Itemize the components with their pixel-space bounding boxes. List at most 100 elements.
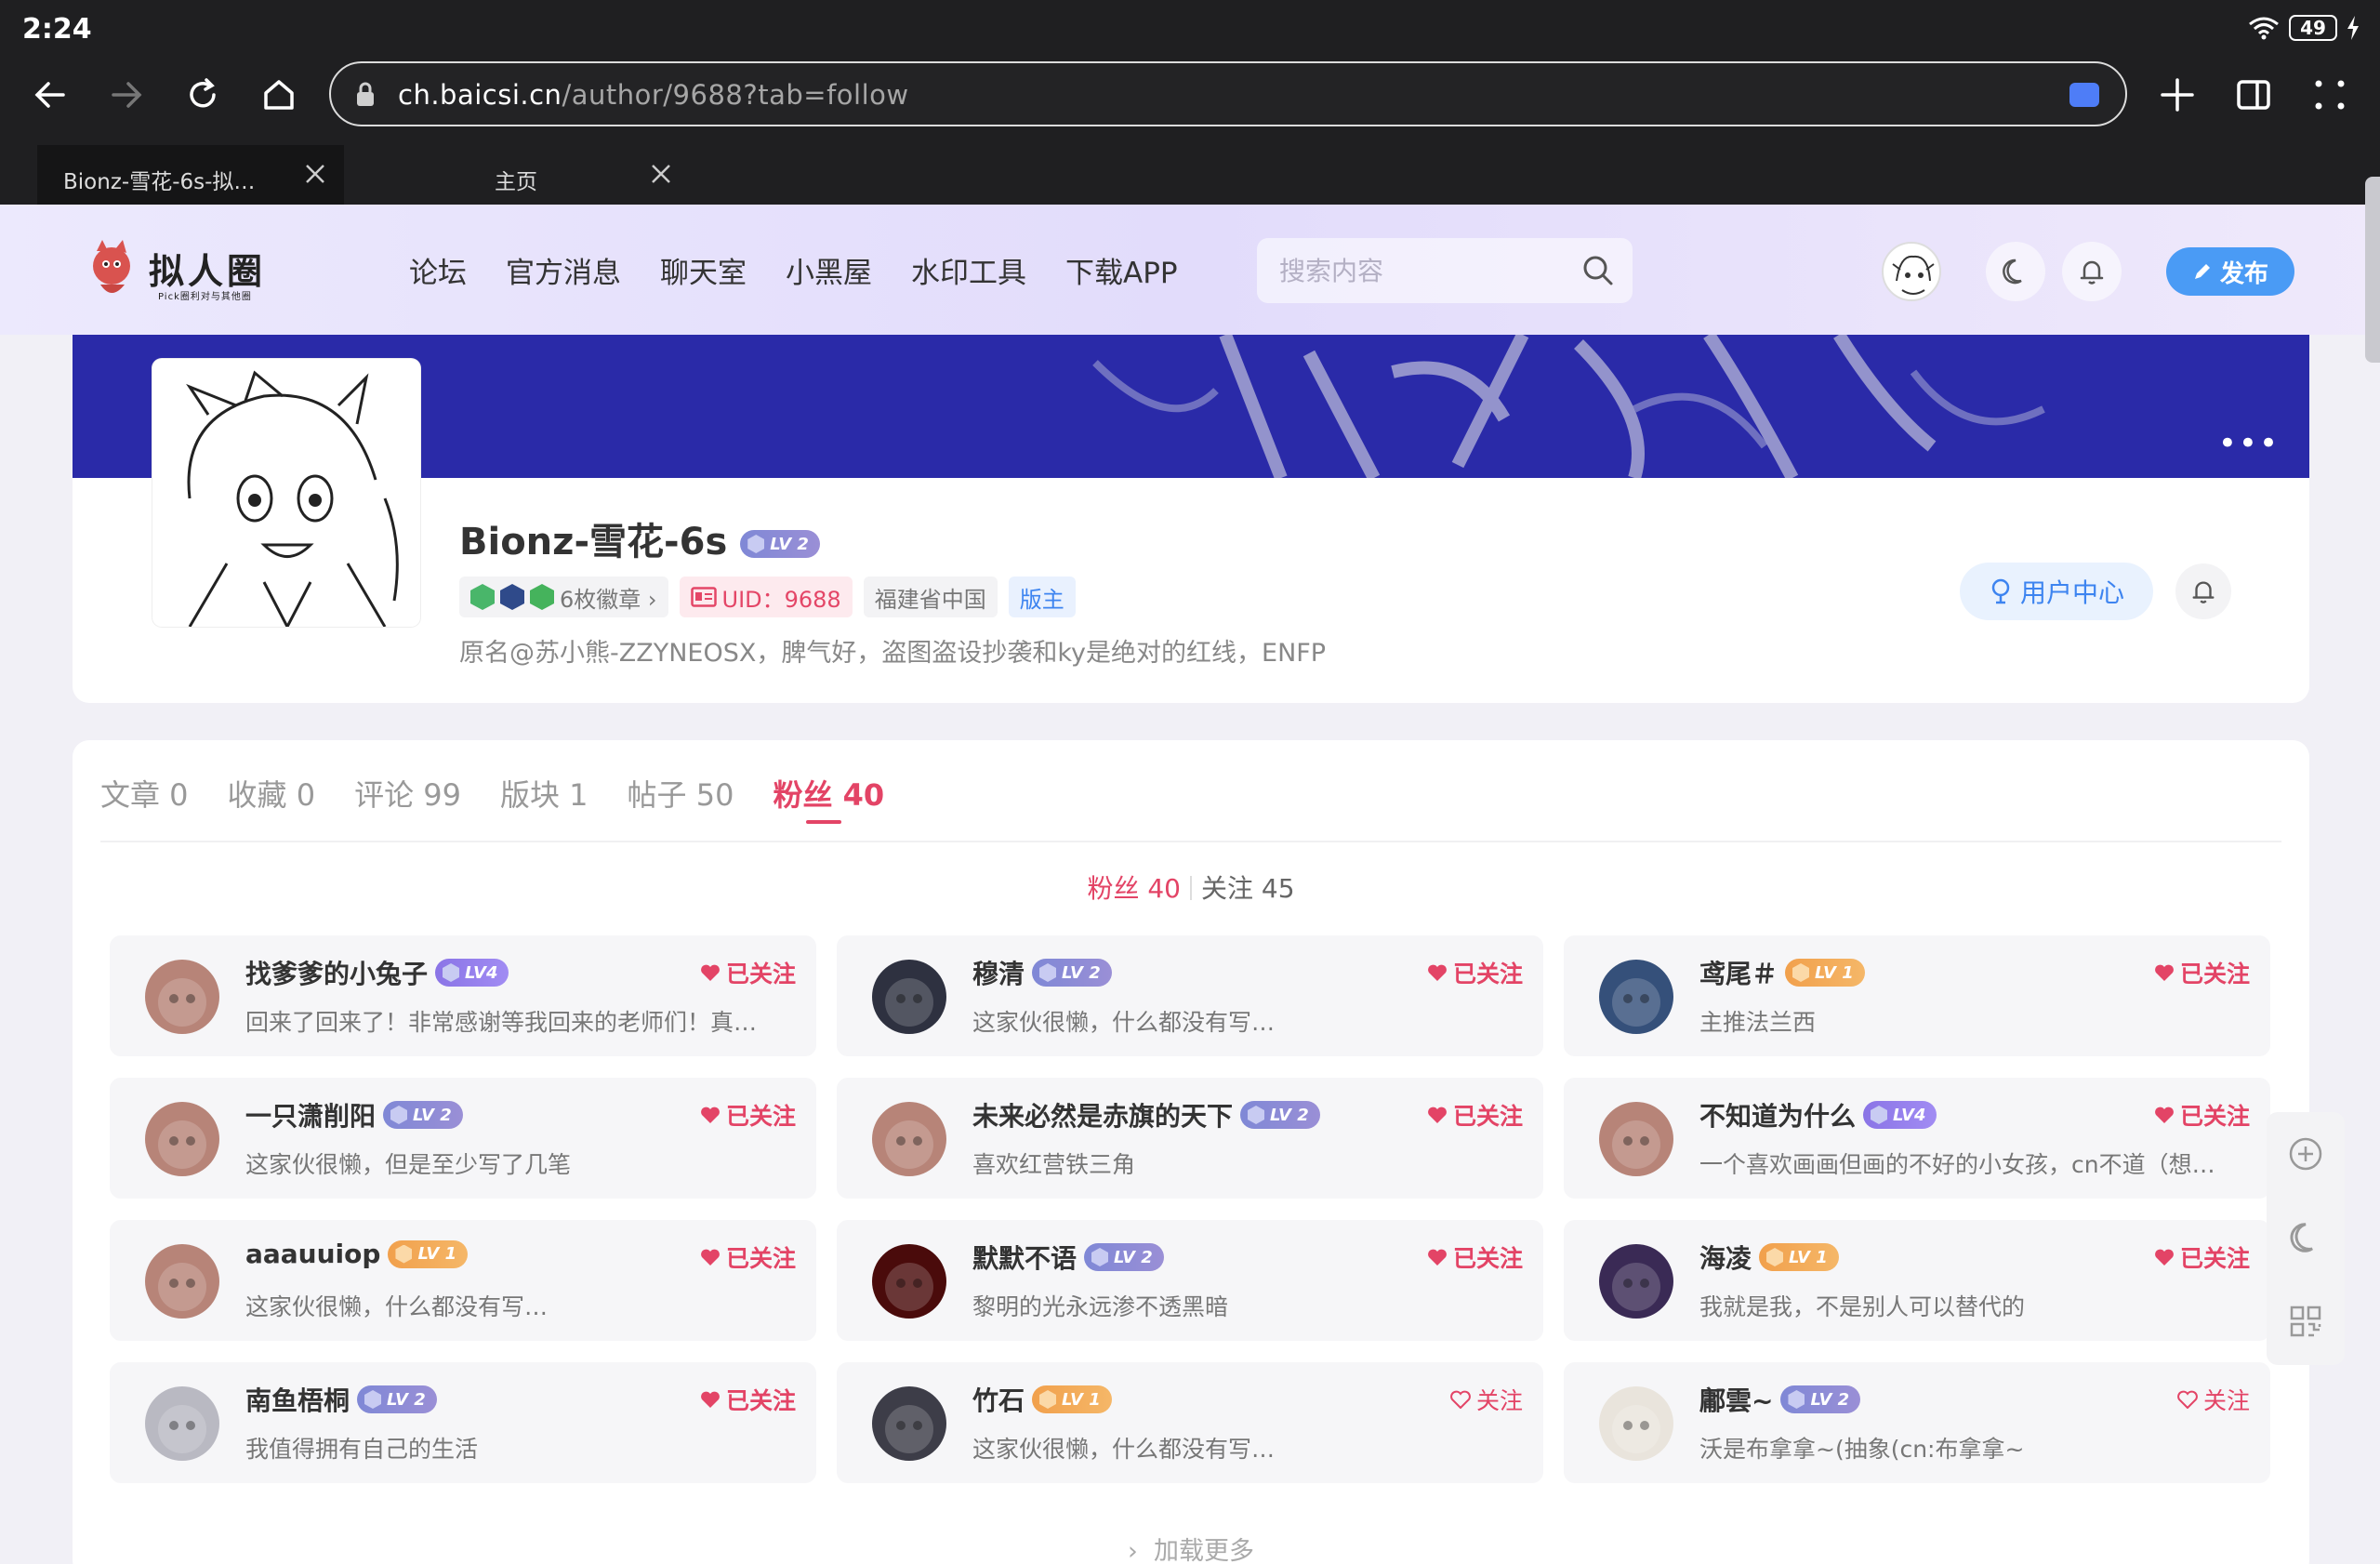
user-avatar[interactable] [145, 1102, 219, 1176]
browser-tab-home[interactable]: 主页 [346, 145, 690, 205]
profile-avatar[interactable] [152, 359, 420, 627]
user-card[interactable]: aaauuiop LV 1 这家伙很懒，什么都没有写… 已关注 [110, 1220, 816, 1341]
user-card[interactable]: 海凌 LV 1 我就是我，不是别人可以替代的 已关注 [1564, 1220, 2270, 1341]
address-bar[interactable]: ch.baicsi.cn/author/9688?tab=follow [329, 61, 2127, 126]
dark-mode-button[interactable] [1986, 242, 2045, 301]
user-card[interactable]: 竹石 LV 1 这家伙很懒，什么都没有写… 关注 [837, 1362, 1543, 1483]
follow-button[interactable]: 已关注 [700, 1240, 796, 1274]
tab-posts[interactable]: 帖子 50 [628, 772, 734, 815]
subtab-fans[interactable]: 粉丝 40 [1087, 873, 1181, 904]
user-avatar[interactable] [872, 1386, 946, 1461]
add-circle-icon[interactable] [2267, 1112, 2345, 1196]
forward-icon[interactable] [102, 71, 151, 119]
user-card[interactable]: 默默不语 LV 2 黎明的光永远渗不透黑暗 已关注 [837, 1220, 1543, 1341]
search-input[interactable] [1279, 253, 1558, 288]
tab-articles[interactable]: 文章 0 [100, 772, 189, 815]
user-avatar[interactable] [1599, 1102, 1673, 1176]
user-name[interactable]: 未来必然是赤旗的天下 LV 2 [972, 1096, 1320, 1133]
user-name[interactable]: 南鱼梧桐 LV 2 [245, 1381, 437, 1418]
badges-chip[interactable]: 6枚徽章 › [459, 577, 668, 617]
more-menu-icon[interactable] [2306, 71, 2354, 119]
user-name[interactable]: 穆清 LV 2 [972, 954, 1112, 991]
tab-comments[interactable]: 评论 99 [354, 772, 461, 815]
user-card[interactable]: 不知道为什么 LV4 一个喜欢画画但画的不好的小女孩，cn不道（想… 已关注 [1564, 1078, 2270, 1199]
user-avatar[interactable] [145, 1244, 219, 1319]
user-name[interactable]: 鄘雲~ LV 2 [1699, 1381, 1861, 1418]
user-avatar[interactable] [1599, 1386, 1673, 1461]
cast-icon[interactable] [2069, 83, 2099, 107]
heart-filled-icon [701, 1391, 720, 1408]
level-badge: LV 1 [1759, 1243, 1839, 1271]
load-more-button[interactable]: › 加载更多 [73, 1531, 2309, 1564]
user-name[interactable]: 找爹爹的小兔子 LV4 [245, 954, 509, 991]
user-card[interactable]: 一只潇削阳 LV 2 这家伙很懒，但是至少写了几笔 已关注 [110, 1078, 816, 1199]
user-name[interactable]: 不知道为什么 LV4 [1699, 1096, 1937, 1133]
tab-boards[interactable]: 版块 1 [500, 772, 588, 815]
user-card[interactable]: 找爹爹的小兔子 LV4 回来了回来了！非常感谢等我回来的老师们！真… 已关注 [110, 935, 816, 1056]
tab-fans[interactable]: 粉丝 40 [773, 772, 884, 824]
follow-button[interactable]: 已关注 [1427, 1240, 1523, 1274]
follow-button[interactable]: 关注 [2177, 1383, 2250, 1416]
close-tab-icon[interactable] [303, 162, 327, 186]
user-avatar[interactable] [1599, 960, 1673, 1034]
search-icon[interactable] [1580, 253, 1616, 288]
more-options-icon[interactable]: ••• [2218, 428, 2280, 459]
user-name[interactable]: 竹石 LV 1 [972, 1381, 1112, 1418]
user-card[interactable]: 鄘雲~ LV 2 沃是布拿拿~(抽象(cn:布拿拿~ 关注 [1564, 1362, 2270, 1483]
follow-button[interactable]: 已关注 [2154, 956, 2250, 989]
follow-button[interactable]: 已关注 [700, 1098, 796, 1132]
badge-icon [500, 584, 524, 610]
subtab-following[interactable]: 关注 45 [1201, 873, 1295, 904]
user-card[interactable]: 南鱼梧桐 LV 2 我值得拥有自己的生活 已关注 [110, 1362, 816, 1483]
menu-forum[interactable]: 论坛 [409, 249, 467, 291]
header-user-avatar[interactable] [1882, 242, 1941, 301]
back-icon[interactable] [26, 71, 74, 119]
follow-button[interactable]: 已关注 [2154, 1098, 2250, 1132]
user-name[interactable]: 鸢尾＃ LV 1 [1699, 954, 1865, 991]
scrollbar-handle[interactable] [2365, 177, 2380, 363]
user-card[interactable]: 鸢尾＃ LV 1 主推法兰西 已关注 [1564, 935, 2270, 1056]
follow-button[interactable]: 已关注 [1427, 956, 1523, 989]
follow-button[interactable]: 已关注 [700, 956, 796, 989]
tab-favorites[interactable]: 收藏 0 [228, 772, 316, 815]
menu-blacklist[interactable]: 小黑屋 [786, 249, 872, 291]
user-avatar[interactable] [872, 1244, 946, 1319]
menu-chatroom[interactable]: 聊天室 [660, 249, 747, 291]
follow-button[interactable]: 已关注 [700, 1383, 796, 1416]
publish-button[interactable]: 发布 [2166, 247, 2294, 296]
user-card[interactable]: 未来必然是赤旗的天下 LV 2 喜欢红营铁三角 已关注 [837, 1078, 1543, 1199]
level-hex-icon [1788, 1390, 1805, 1409]
id-card-icon [690, 587, 717, 607]
user-name[interactable]: 一只潇削阳 LV 2 [245, 1096, 463, 1133]
close-tab-icon[interactable] [649, 162, 673, 186]
level-badge: LV4 [435, 959, 509, 987]
user-avatar[interactable] [872, 960, 946, 1034]
home-icon[interactable] [255, 71, 303, 119]
menu-watermark-tool[interactable]: 水印工具 [911, 249, 1026, 291]
subscribe-bell-button[interactable] [2175, 563, 2231, 619]
status-time: 2:24 [22, 13, 92, 46]
menu-official-news[interactable]: 官方消息 [506, 249, 621, 291]
user-name[interactable]: 海凌 LV 1 [1699, 1239, 1839, 1276]
follow-button[interactable]: 已关注 [1427, 1098, 1523, 1132]
floating-toolbar [2267, 1112, 2345, 1365]
user-name[interactable]: 默默不语 LV 2 [972, 1239, 1164, 1276]
qr-code-icon[interactable] [2267, 1279, 2345, 1363]
user-name[interactable]: aaauuiop LV 1 [245, 1239, 469, 1269]
user-avatar[interactable] [1599, 1244, 1673, 1319]
browser-tab-profile[interactable]: Bionz-雪花-6s-拟… [37, 145, 344, 205]
follow-button[interactable]: 已关注 [2154, 1240, 2250, 1274]
user-card[interactable]: 穆清 LV 2 这家伙很懒，什么都没有写… 已关注 [837, 935, 1543, 1056]
reload-icon[interactable] [178, 71, 227, 119]
user-avatar[interactable] [145, 1386, 219, 1461]
user-center-button[interactable]: 用户中心 [1960, 563, 2153, 620]
site-logo[interactable]: 拟人圈 Pick圈利对与其他圈 [84, 232, 279, 311]
user-avatar[interactable] [872, 1102, 946, 1176]
moon-icon[interactable] [2267, 1196, 2345, 1279]
menu-download-app[interactable]: 下载APP [1065, 249, 1178, 291]
user-avatar[interactable] [145, 960, 219, 1034]
notifications-button[interactable] [2062, 242, 2122, 301]
new-tab-icon[interactable] [2153, 71, 2202, 119]
tabs-overview-icon[interactable] [2229, 71, 2278, 119]
follow-button[interactable]: 关注 [1450, 1383, 1523, 1416]
